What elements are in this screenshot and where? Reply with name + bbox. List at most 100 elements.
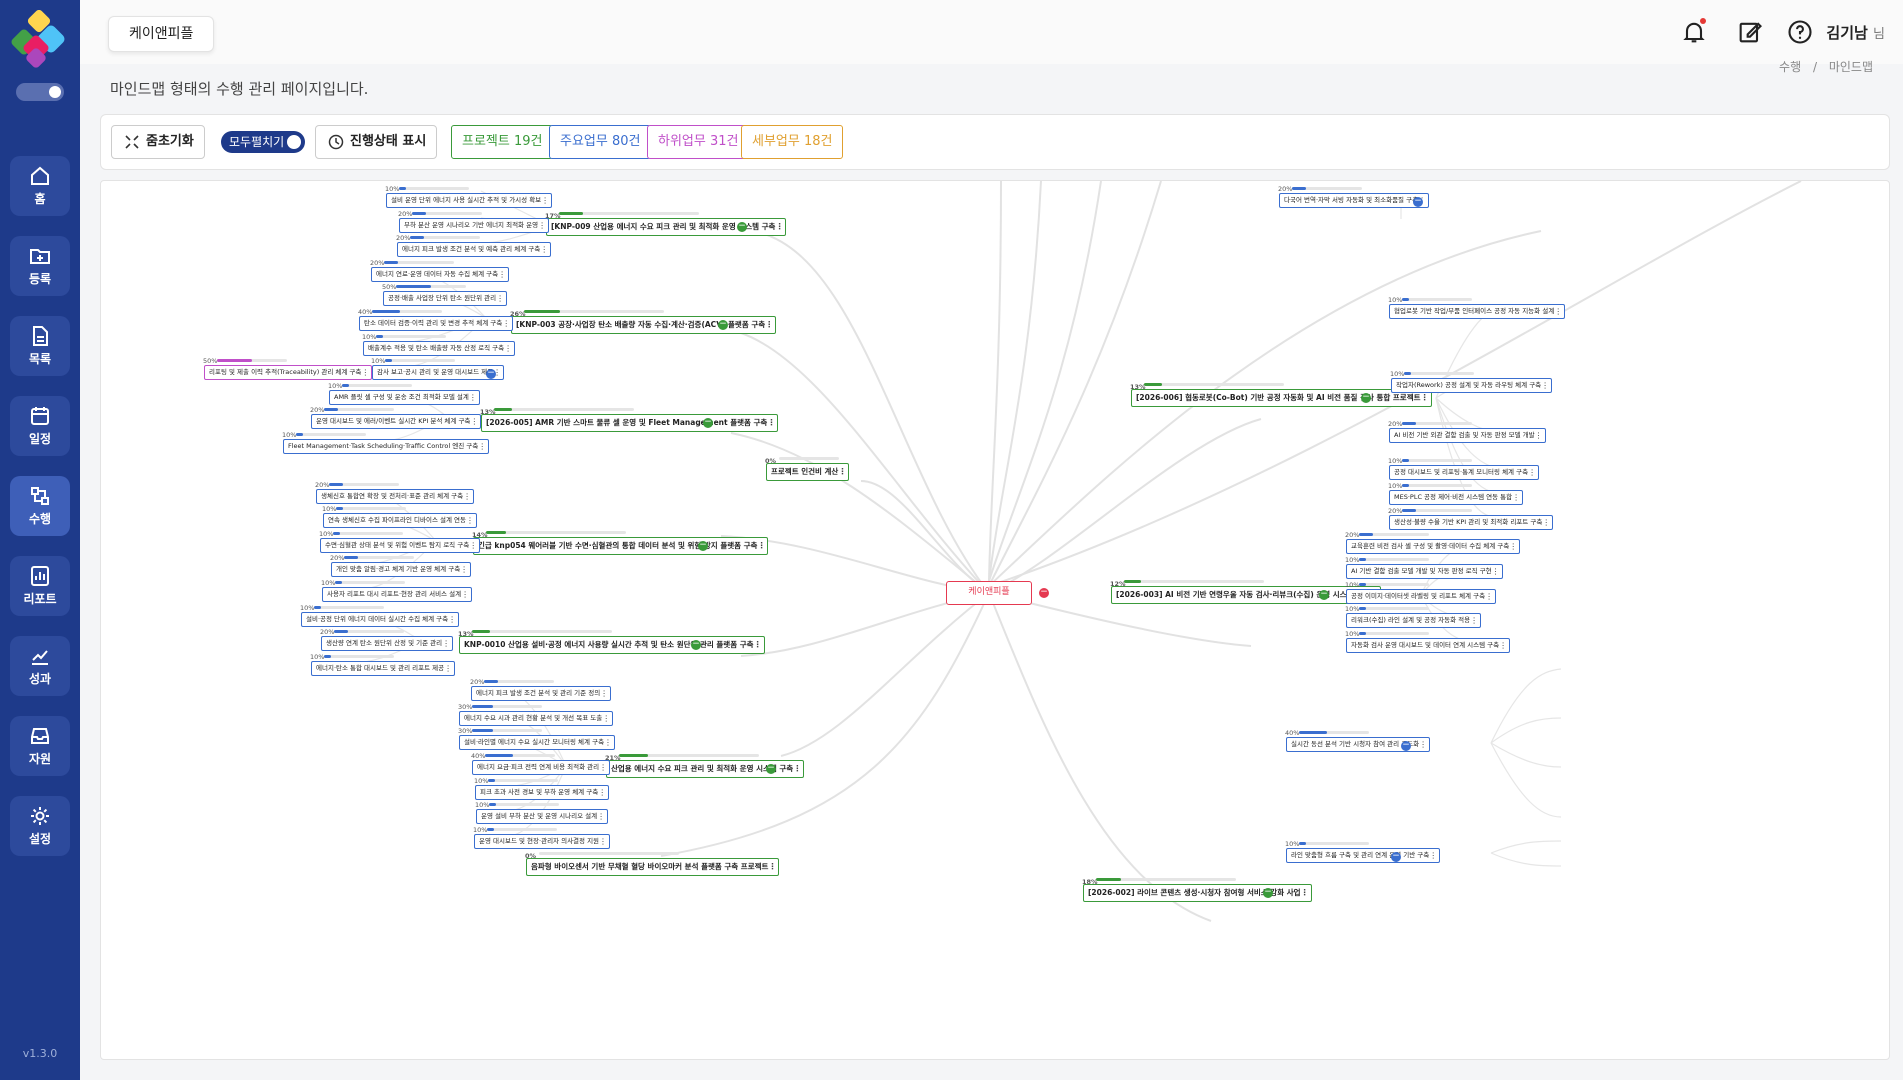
node-menu-icon[interactable]: ⋮	[1554, 305, 1562, 318]
node-menu-icon[interactable]: ⋮	[754, 637, 762, 653]
node-menu-icon[interactable]: ⋮	[1492, 565, 1500, 578]
status-display-button[interactable]: 진행상태 표시	[315, 125, 438, 159]
node-menu-icon[interactable]: ⋮	[466, 514, 474, 527]
node-menu-icon[interactable]: ⋮	[361, 366, 369, 379]
project-collapse-toggle[interactable]: −	[1319, 590, 1329, 600]
node-menu-icon[interactable]: ⋮	[496, 292, 504, 305]
subtask-count-filter[interactable]: 하위업무 31건	[647, 125, 750, 159]
task-node[interactable]: 20% 부하 분산 운영 시나리오 기반 에너지 최적화 운영 ⋮	[398, 210, 550, 233]
node-menu-icon[interactable]: ⋮	[502, 317, 510, 330]
project-collapse-toggle[interactable]: −	[766, 764, 776, 774]
task-node[interactable]: 30% 에너지 수요 시과 관리 현황 분석 및 개선 목표 도출 ⋮	[458, 703, 614, 726]
task-node[interactable]: 20% 에너지 피크 발생 조건 분석 및 예측 관리 체계 구축 ⋮	[396, 234, 552, 257]
task-node[interactable]: 10% 자동화 검사 운영 대시보드 및 데이터 연계 시스템 구축 ⋮	[1345, 630, 1511, 653]
expand-all-toggle[interactable]: 모두펼치기	[221, 131, 305, 153]
node-menu-icon[interactable]: ⋮	[460, 563, 468, 576]
node-menu-icon[interactable]: ⋮	[470, 415, 478, 428]
node-menu-icon[interactable]: ⋮	[469, 391, 477, 404]
sidebar-item-settings[interactable]: 설정	[10, 796, 70, 856]
node-menu-icon[interactable]: ⋮	[1512, 491, 1520, 504]
sidebar-item-schedule[interactable]: 일정	[10, 396, 70, 456]
project-collapse-toggle[interactable]: −	[737, 222, 747, 232]
node-menu-icon[interactable]: ⋮	[838, 464, 846, 480]
task-node[interactable]: 20% 생산량 연계 탄소 원단위 산정 및 기준 관리 ⋮	[320, 628, 454, 651]
zoom-reset-button[interactable]: 줌초기화	[111, 125, 205, 159]
node-menu-icon[interactable]: ⋮	[1541, 379, 1549, 392]
node-menu-icon[interactable]: ⋮	[498, 268, 506, 281]
node-menu-icon[interactable]: ⋮	[538, 219, 546, 232]
task-collapse-toggle[interactable]: −	[486, 369, 496, 379]
node-menu-icon[interactable]: ⋮	[1470, 614, 1478, 627]
node-menu-icon[interactable]: ⋮	[757, 538, 765, 554]
node-menu-icon[interactable]: ⋮	[767, 415, 775, 431]
node-menu-icon[interactable]: ⋮	[604, 736, 612, 749]
project-node[interactable]: 18% [2026-002] 라이브 콘텐츠 생성·시청자 참여형 서비스 강화…	[1082, 878, 1312, 902]
detail-count-filter[interactable]: 세부업무 18건	[741, 125, 844, 159]
task-node[interactable]: 10% 수면·심혈관 상태 분석 및 위험 이벤트 탐지 로직 구축 ⋮	[319, 530, 481, 553]
node-menu-icon[interactable]: ⋮	[598, 786, 606, 799]
task-collapse-toggle[interactable]: −	[1391, 852, 1401, 862]
task-count-filter[interactable]: 주요업무 80건	[549, 125, 652, 159]
sidebar-item-performance[interactable]: 성과	[10, 636, 70, 696]
node-menu-icon[interactable]: ⋮	[1499, 639, 1507, 652]
task-node[interactable]: 20%다국어 번역·자막 서빙 자동화 및 최소화품질 구축⋮	[1278, 185, 1430, 208]
sidebar-item-register[interactable]: 등록	[10, 236, 70, 296]
project-node[interactable]: 0% 프로젝트 인건비 계산 ⋮	[765, 457, 850, 481]
org-selector[interactable]: 케이앤피플	[108, 16, 215, 52]
node-menu-icon[interactable]: ⋮	[1301, 885, 1309, 901]
project-node[interactable]: 14% 긴급 knp054 웨어러블 기반 수면·심혈관의 통합 데이터 분석 …	[472, 531, 769, 555]
node-menu-icon[interactable]: ⋮	[765, 317, 773, 333]
project-collapse-toggle[interactable]: −	[691, 640, 701, 650]
node-menu-icon[interactable]: ⋮	[478, 440, 486, 453]
notification-button[interactable]	[1680, 18, 1708, 46]
task-node[interactable]: 40% 에너지 요금·피크 전력 연계 비용 최적화 관리 ⋮	[471, 752, 611, 775]
user-menu[interactable]: 김기남 님	[1826, 22, 1885, 43]
task-node[interactable]: 10% MES·PLC 공정 제어·비전 시스템 연동 통합 ⋮	[1388, 482, 1524, 505]
task-node[interactable]: 20% 교육훈련 비전 검사 셀 구성 및 촬영·데이터 수집 체계 구축 ⋮	[1345, 531, 1521, 554]
project-node[interactable]: 13% KNP-0010 산업용 설비·공정 에너지 사용량 실시간 추적 및 …	[458, 630, 765, 654]
task-node[interactable]: 10% AMR 플릿 셀 구성 및 운송 조건 최적화 모델 설계 ⋮	[328, 382, 480, 405]
node-menu-icon[interactable]: ⋮	[444, 662, 452, 675]
task-node[interactable]: 10% 공정 이미지·데이터셋 라벨링 및 리포트 체계 구축 ⋮	[1345, 581, 1497, 604]
project-collapse-toggle[interactable]: −	[703, 418, 713, 428]
project-count-filter[interactable]: 프로젝트 19건	[451, 125, 554, 159]
task-node[interactable]: 20% 에너지 피크 발생 조건 분석 및 관리 기준 정의 ⋮	[470, 678, 612, 701]
task-node[interactable]: 10% Fleet Management·Task Scheduling·Traf…	[282, 431, 490, 454]
project-node[interactable]: 12% [2026-003] AI 비전 기반 연령우울 자동 검사·리뷰크(수…	[1110, 580, 1381, 604]
sidebar-item-execution[interactable]: 수행	[10, 476, 70, 536]
task-node[interactable]: 10% 감사 보고·공시 관리 및 운영 대시보드 제공 ⋮	[371, 357, 505, 380]
node-menu-icon[interactable]: ⋮	[504, 342, 512, 355]
node-menu-icon[interactable]: ⋮	[1542, 516, 1550, 529]
project-collapse-toggle[interactable]: −	[1263, 888, 1273, 898]
node-menu-icon[interactable]: ⋮	[442, 637, 450, 650]
task-node[interactable]: 10% 리워크(수집) 라인 설계 및 공정 자동화 적용 ⋮	[1345, 605, 1482, 628]
node-menu-icon[interactable]: ⋮	[1528, 466, 1536, 479]
node-menu-icon[interactable]: ⋮	[768, 859, 776, 875]
sidebar-item-report[interactable]: 리포트	[10, 556, 70, 616]
task-node[interactable]: 10% AI 기반 결함 검출 모델 개발 및 자동 판정 로직 구현 ⋮	[1345, 556, 1503, 579]
task-node[interactable]: 10% 공정 대시보드 및 리포팅·통계 모니터링 체계 구축 ⋮	[1388, 457, 1540, 480]
task-node[interactable]: 10% 운영 대시보드 및 현장·관리자 의사결정 지원 ⋮	[473, 826, 611, 849]
node-menu-icon[interactable]: ⋮	[597, 810, 605, 823]
node-menu-icon[interactable]: ⋮	[1419, 738, 1427, 751]
mindmap-canvas[interactable]: 케이앤피플 − 17% [KNP-009 산업용 에너지 수요 피크 관리 및 …	[100, 180, 1890, 1060]
mindmap-root-node[interactable]: 케이앤피플	[946, 581, 1032, 605]
app-logo[interactable]	[10, 10, 70, 72]
task-node[interactable]: 10% 배출계수 적용 및 탄소 배출량 자동 산정 로직 구축 ⋮	[362, 333, 516, 356]
task-node[interactable]: 20% 운영 대시보드 및 에러/이벤트 실시간 KPI 분석 체계 구축 ⋮	[310, 406, 482, 429]
task-node[interactable]: 10% 연속 생체신호 수집 파이프라인 디바이스 설계 연동 ⋮	[322, 505, 477, 528]
breadcrumb-parent[interactable]: 수행	[1779, 60, 1801, 74]
project-collapse-toggle[interactable]: −	[698, 541, 708, 551]
root-collapse-toggle[interactable]: −	[1039, 588, 1049, 598]
task-node[interactable]: 10% 라인 맞춤형 흐름 구축 및 관리 연계 운영 기반 구축 ⋮	[1285, 840, 1441, 863]
node-menu-icon[interactable]: ⋮	[602, 712, 610, 725]
node-menu-icon[interactable]: ⋮	[541, 194, 549, 207]
node-menu-icon[interactable]: ⋮	[599, 761, 607, 774]
task-node[interactable]: 20% AI 비전 기반 외관 결함 검출 및 자동 판정 모델 개발 ⋮	[1388, 420, 1546, 443]
task-node[interactable]: 10% 운영 설비 부하 분산 및 운영 시나리오 설계 ⋮	[475, 801, 609, 824]
node-menu-icon[interactable]: ⋮	[469, 539, 477, 552]
task-node[interactable]: 10% 작업자(Rework) 공정 설계 및 자동 라우팅 체계 구축 ⋮	[1390, 370, 1553, 393]
node-menu-icon[interactable]: ⋮	[793, 761, 801, 777]
node-menu-icon[interactable]: ⋮	[1485, 590, 1493, 603]
project-node[interactable]: 13% [2026-006] 협동로봇(Co-Bot) 기반 공정 자동화 및 …	[1130, 383, 1432, 407]
